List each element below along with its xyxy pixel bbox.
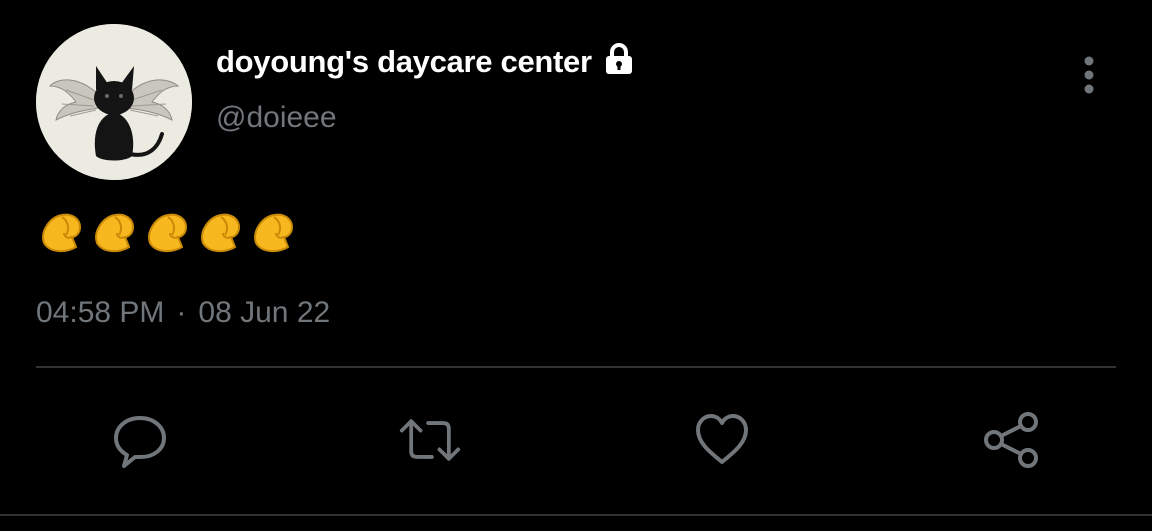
user-handle[interactable]: @doieee <box>216 101 337 135</box>
avatar[interactable] <box>36 24 192 180</box>
share-button[interactable] <box>980 408 1044 472</box>
pinched-fingers-emoji <box>36 207 89 259</box>
share-icon <box>984 412 1038 468</box>
retweet-button[interactable] <box>398 408 462 472</box>
heart-icon <box>696 414 748 464</box>
retweet-icon <box>399 419 461 461</box>
lock-icon <box>602 42 636 76</box>
tweet-card: doyoung's daycare center @doieee 04:58 P… <box>0 0 1152 531</box>
tweet-timestamp[interactable]: 04:58 PM · 08 Jun 22 <box>36 296 330 330</box>
tweet-text <box>36 205 301 259</box>
more-vertical-icon <box>1084 56 1094 94</box>
bottom-divider <box>0 514 1152 516</box>
tweet-date: 08 Jun 22 <box>198 296 331 329</box>
divider <box>36 366 1116 368</box>
winged-black-cat-avatar <box>36 24 192 180</box>
like-button[interactable] <box>690 408 754 472</box>
timestamp-separator: · <box>176 296 187 329</box>
reply-icon <box>114 416 166 468</box>
pinched-fingers-emoji <box>89 207 142 259</box>
pinched-fingers-emoji <box>248 207 301 259</box>
display-name-text: doyoung's daycare center <box>216 44 592 79</box>
more-options-button[interactable] <box>1074 54 1104 98</box>
pinched-fingers-emoji <box>142 207 195 259</box>
tweet-time: 04:58 PM <box>36 296 165 329</box>
pinched-fingers-emoji <box>195 207 248 259</box>
reply-button[interactable] <box>108 408 172 472</box>
display-name[interactable]: doyoung's daycare center <box>216 42 636 80</box>
